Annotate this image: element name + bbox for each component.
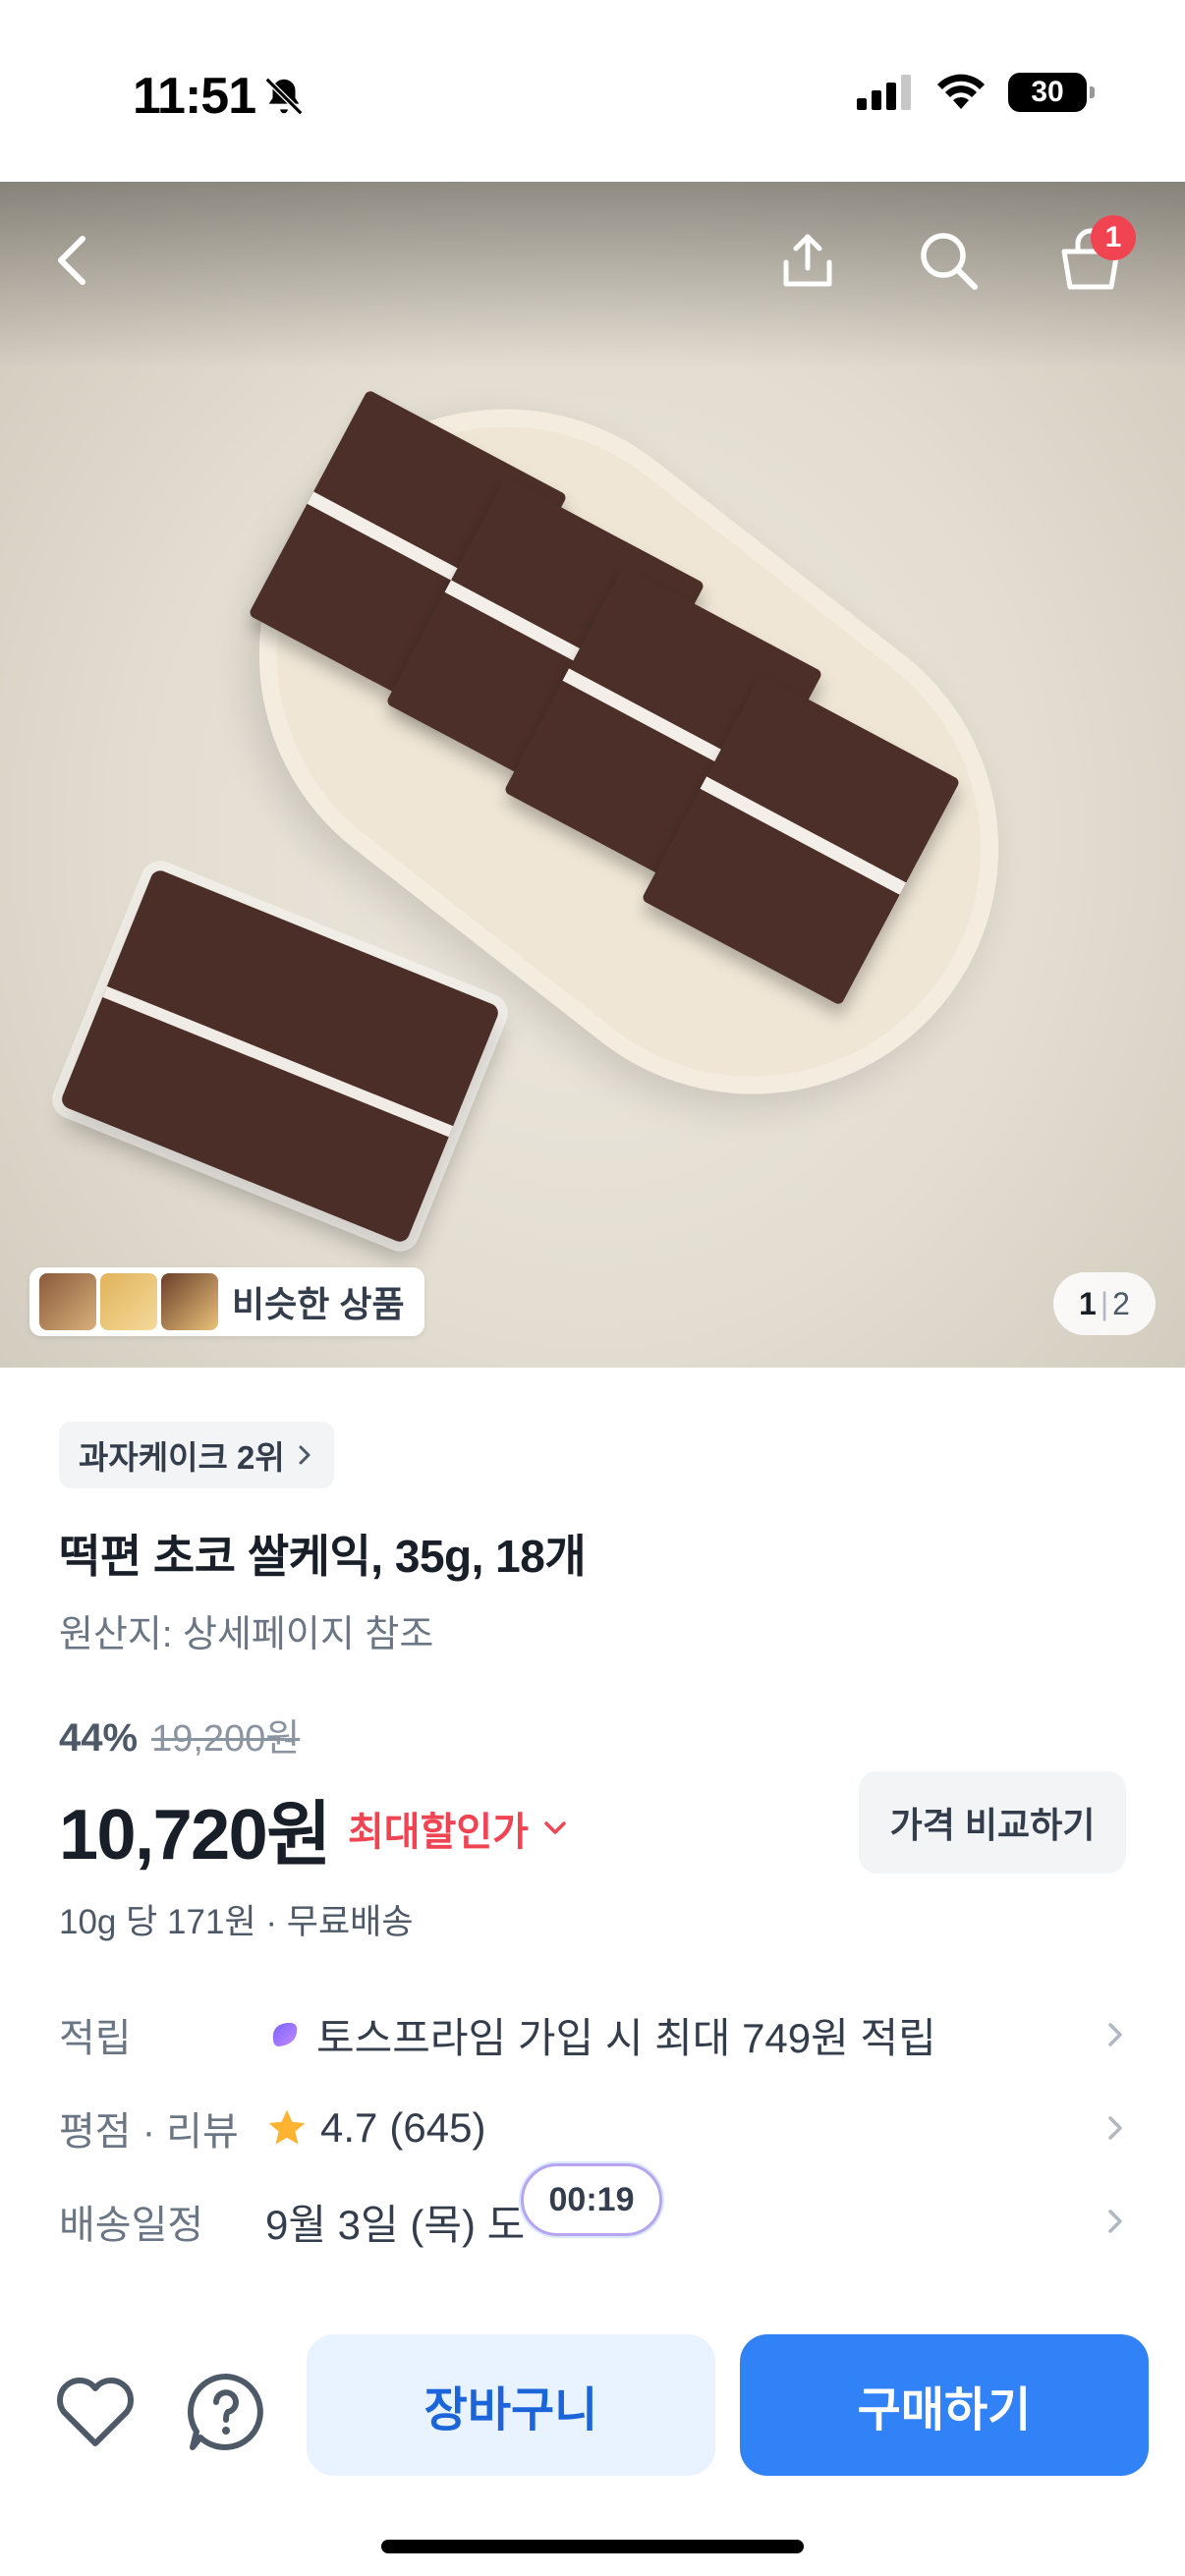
unit-price-shipping: 10g 당 171원 · 무료배송 xyxy=(59,1903,414,1941)
share-icon xyxy=(783,234,832,287)
similar-thumbnail xyxy=(39,1273,96,1330)
back-button[interactable] xyxy=(25,211,123,309)
original-price: 19,200원 xyxy=(151,1718,301,1760)
category-rank-chip[interactable]: 과자케이크 2위 xyxy=(59,1422,334,1488)
category-rank-label: 과자케이크 2위 xyxy=(79,1439,285,1476)
chevron-left-icon xyxy=(58,236,85,285)
review-count: (645) xyxy=(389,2104,486,2151)
chevron-down-icon xyxy=(544,1820,566,1834)
rating-review-label: 평점 · 리뷰 xyxy=(59,2110,239,2154)
help-button[interactable] xyxy=(172,2358,280,2466)
max-discount-dropdown[interactable]: 최대할인가 xyxy=(348,1800,568,1857)
buy-now-button[interactable]: 구매하기 xyxy=(740,2334,1149,2476)
points-label: 적립 xyxy=(59,2017,132,2060)
points-row[interactable]: 적립 토스프라임 가입 시 최대 749원 적립 xyxy=(59,2000,1126,2069)
silent-bell-icon xyxy=(264,77,304,116)
discount-row: 44% 19,200원 xyxy=(59,1708,300,1762)
wifi-icon xyxy=(937,74,985,109)
points-value-wrap: 토스프라임 가입 시 최대 749원 적립 xyxy=(265,2005,1087,2065)
wishlist-button[interactable] xyxy=(41,2358,149,2466)
rating-value: 4.7 xyxy=(320,2104,378,2151)
rating-value-wrap: 4.7 (645) xyxy=(265,2104,1087,2152)
cellular-signal-icon xyxy=(857,75,911,110)
home-indicator xyxy=(381,2540,804,2553)
product-title: 떡편 초코 쌀케익, 35g, 18개 xyxy=(59,1531,587,1582)
search-icon xyxy=(921,233,978,290)
battery-indicator: 30 xyxy=(1008,73,1095,112)
chevron-right-icon xyxy=(1108,2210,1122,2233)
price-row: 10,720원 최대할인가 xyxy=(59,1776,568,1879)
similar-products-button[interactable]: 비슷한 상품 xyxy=(29,1267,424,1336)
product-origin: 원산지: 상세페이지 참조 xyxy=(59,1614,434,1655)
status-time-text: 11:51 xyxy=(133,68,256,125)
similar-thumbnail xyxy=(100,1273,157,1330)
delivery-date: 9월 3일 (목) 도 xyxy=(265,2201,526,2248)
heart-icon xyxy=(57,2378,134,2446)
compare-price-button[interactable]: 가격 비교하기 xyxy=(859,1771,1126,1874)
page-current: 1 xyxy=(1079,1285,1097,1321)
cart-count-badge: 1 xyxy=(1091,215,1136,260)
chevron-right-icon xyxy=(1108,2116,1122,2140)
sale-price: 10,720원 xyxy=(59,1796,331,1875)
chevron-right-icon xyxy=(299,1445,310,1465)
search-button[interactable] xyxy=(899,211,997,309)
chevron-right-icon xyxy=(1108,2023,1122,2046)
points-value: 토스프라임 가입 시 최대 749원 적립 xyxy=(316,2014,936,2061)
product-photo-packet xyxy=(59,868,501,1245)
star-icon xyxy=(268,2109,306,2145)
delivery-schedule-label: 배송일정 xyxy=(59,2204,204,2247)
share-button[interactable] xyxy=(759,211,857,309)
similar-thumbnail xyxy=(161,1273,218,1330)
status-icons: 30 xyxy=(857,73,1095,112)
timer-badge: 00:19 xyxy=(521,2163,662,2236)
status-time: 11:51 xyxy=(133,67,307,126)
similar-products-label: 비슷한 상품 xyxy=(232,1284,405,1324)
similar-thumbnails xyxy=(39,1273,218,1330)
question-icon xyxy=(187,2373,263,2450)
product-image-carousel[interactable]: 1 비슷한 상품 1 | 2 xyxy=(0,182,1185,1368)
image-page-counter: 1 | 2 xyxy=(1053,1272,1156,1335)
toss-prime-icon xyxy=(272,2022,298,2046)
add-to-cart-button[interactable]: 장바구니 xyxy=(307,2334,715,2476)
page-total: 2 xyxy=(1112,1285,1130,1321)
page-separator: | xyxy=(1100,1285,1109,1321)
discount-percent: 44% xyxy=(59,1716,139,1760)
cart-button[interactable]: 1 xyxy=(1042,211,1140,309)
rating-review-row[interactable]: 평점 · 리뷰 4.7 (645) xyxy=(59,2094,1126,2162)
max-discount-label: 최대할인가 xyxy=(347,1810,529,1854)
status-bar: 11:51 30 xyxy=(0,0,1185,182)
